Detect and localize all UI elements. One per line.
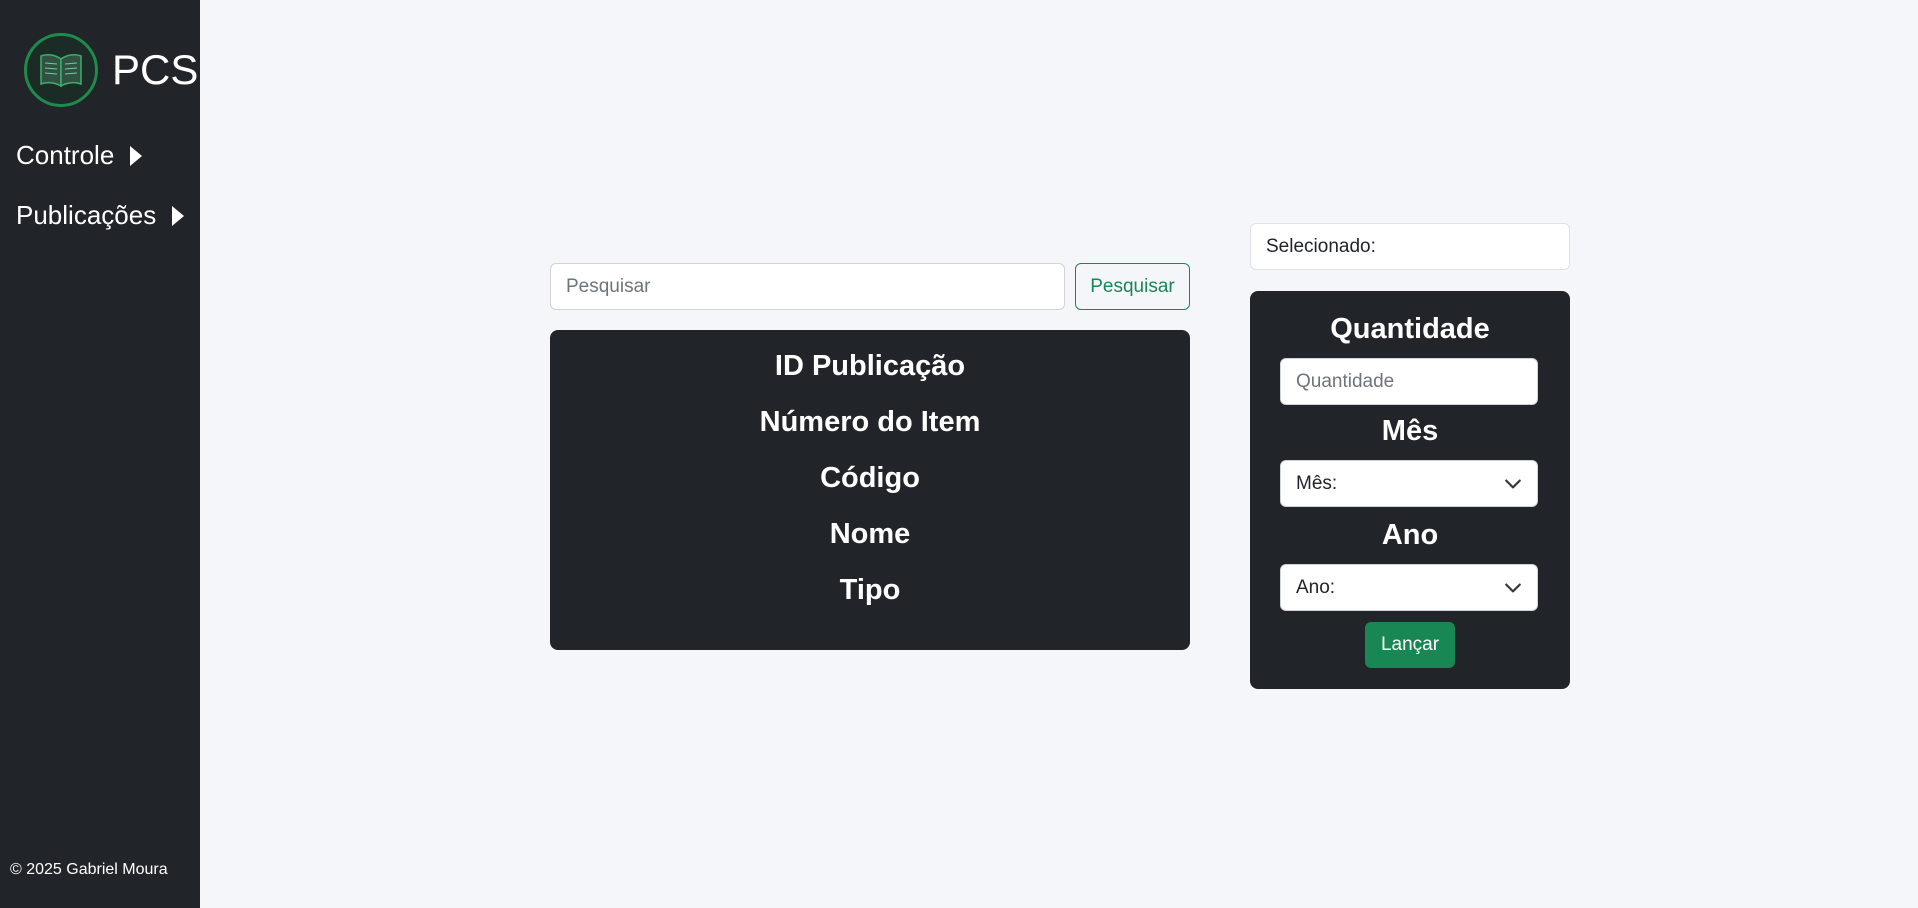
month-select-value: Mês:	[1296, 472, 1338, 494]
publications-table: ID Publicação Número do Item Código Nome…	[550, 330, 1190, 650]
sidebar: PCS Controle Publicações © 2025 Gabriel …	[0, 0, 200, 908]
footer-copyright: © 2025 Gabriel Moura	[10, 861, 168, 878]
brand-name: PCS	[112, 46, 199, 93]
caret-right-icon	[172, 205, 185, 226]
brand[interactable]: PCS	[24, 33, 198, 107]
column-header-id-publicacao: ID Publicação	[774, 350, 966, 382]
chevron-down-icon	[1505, 583, 1521, 592]
year-label: Ano	[1381, 519, 1439, 551]
chevron-down-icon	[1505, 479, 1521, 488]
search-input[interactable]	[550, 263, 1065, 310]
month-label: Mês	[1381, 415, 1439, 447]
nav-item-controle[interactable]: Controle	[16, 140, 143, 171]
column-header-nome: Nome	[829, 518, 911, 550]
book-logo-icon	[24, 33, 98, 107]
quantity-input[interactable]	[1280, 358, 1538, 405]
year-select[interactable]: Ano:	[1280, 564, 1538, 611]
nav-item-label: Controle	[16, 140, 115, 170]
selected-display: Selecionado:	[1250, 223, 1570, 270]
nav-item-label: Publicações	[16, 200, 157, 230]
column-header-numero-item: Número do Item	[759, 406, 981, 438]
quantity-label: Quantidade	[1330, 313, 1490, 345]
nav-item-publicacoes[interactable]: Publicações	[16, 200, 185, 231]
search-button[interactable]: Pesquisar	[1075, 263, 1190, 310]
launch-button[interactable]: Lançar	[1365, 622, 1455, 668]
column-header-tipo: Tipo	[839, 574, 901, 606]
month-select[interactable]: Mês:	[1280, 460, 1538, 507]
launch-form: Quantidade Mês Mês: Ano Ano: Lançar	[1250, 291, 1570, 689]
caret-right-icon	[130, 145, 143, 166]
column-header-codigo: Código	[820, 462, 920, 494]
year-select-value: Ano:	[1296, 576, 1336, 598]
